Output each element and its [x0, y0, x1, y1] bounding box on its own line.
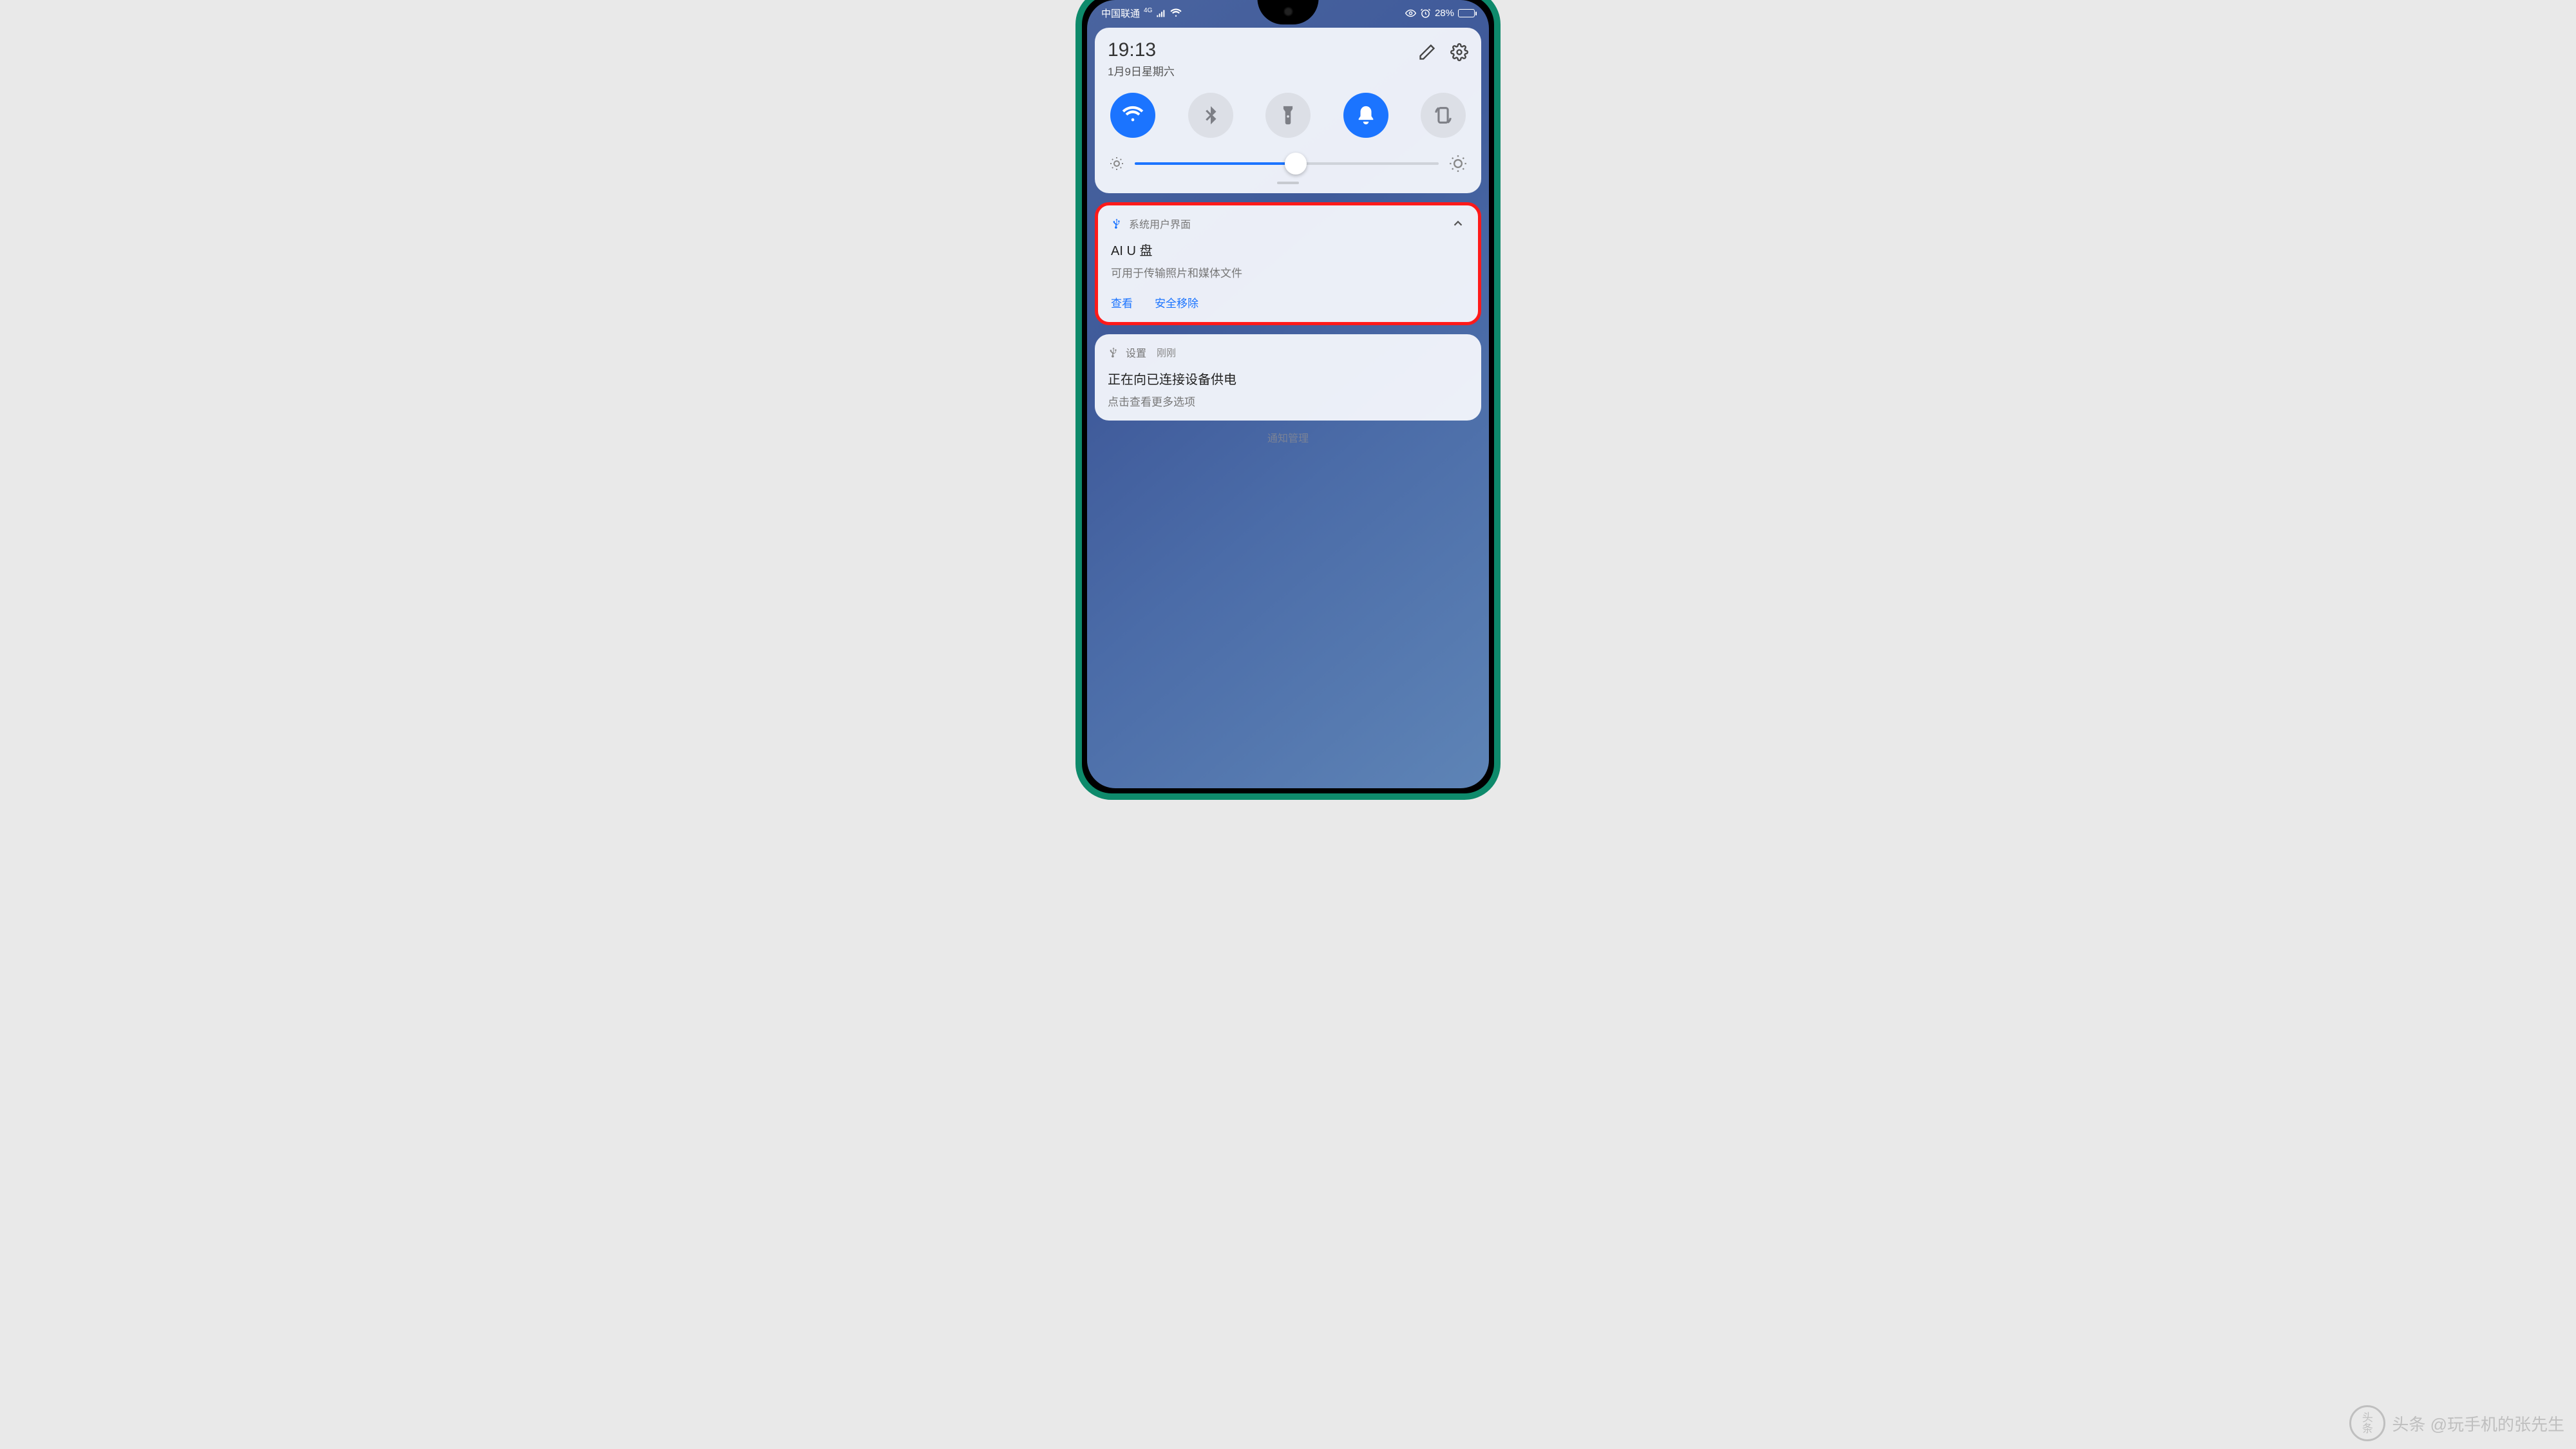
toggle-bluetooth[interactable]: [1188, 93, 1233, 138]
toggle-rotate[interactable]: [1421, 93, 1466, 138]
brightness-track[interactable]: [1135, 162, 1439, 165]
brightness-low-icon: [1109, 156, 1124, 171]
clock-time: 19:13: [1108, 39, 1175, 61]
alarm-icon: [1420, 8, 1431, 19]
watermark-badge: 头 条: [2349, 1405, 2385, 1441]
notification-app-name: 系统用户界面: [1129, 216, 1191, 231]
notification-desc: 可用于传输照片和媒体文件: [1111, 264, 1465, 280]
brightness-high-icon: [1449, 155, 1467, 173]
watermark-text: 头条 @玩手机的张先生: [2392, 1412, 2564, 1435]
battery-percent: 28%: [1435, 8, 1454, 19]
quick-settings-panel: 19:13 1月9日星期六: [1095, 28, 1481, 193]
notification-app-name: 设置: [1126, 345, 1146, 360]
notification-settings-link[interactable]: 通知管理: [1095, 430, 1481, 445]
notification-charging[interactable]: 设置 刚刚 正在向已连接设备供电 点击查看更多选项: [1095, 334, 1481, 421]
notification-title: AI U 盘: [1111, 240, 1465, 259]
notification-shade[interactable]: 19:13 1月9日星期六: [1087, 23, 1489, 445]
action-eject[interactable]: 安全移除: [1155, 294, 1198, 310]
collapse-icon[interactable]: [1451, 216, 1465, 231]
notification-title: 正在向已连接设备供电: [1108, 369, 1468, 388]
toggle-flashlight[interactable]: [1265, 93, 1311, 138]
signal-icon: [1156, 8, 1166, 19]
camera-dot: [1283, 6, 1293, 17]
carrier-label: 中国联通: [1101, 6, 1140, 20]
screen: 中国联通 4G 28% 19:13 1月9日星期六: [1087, 0, 1489, 788]
wifi-icon: [1170, 8, 1182, 19]
usb-icon: [1108, 346, 1119, 358]
eye-icon: [1405, 8, 1416, 19]
network-badge: 4G: [1144, 7, 1152, 14]
notification-time: 刚刚: [1157, 346, 1176, 359]
notification-desc: 点击查看更多选项: [1108, 393, 1468, 409]
clock-date: 1月9日星期六: [1108, 62, 1175, 79]
toggle-wifi[interactable]: [1110, 93, 1155, 138]
panel-drag-handle[interactable]: [1277, 182, 1299, 184]
watermark: 头 条 头条 @玩手机的张先生: [2349, 1405, 2564, 1441]
usb-icon: [1111, 218, 1122, 229]
action-view[interactable]: 查看: [1111, 294, 1133, 310]
edit-icon[interactable]: [1418, 43, 1436, 61]
phone-frame: 中国联通 4G 28% 19:13 1月9日星期六: [1075, 0, 1501, 800]
battery-icon: [1458, 9, 1475, 17]
notification-usb-drive[interactable]: 系统用户界面 AI U 盘 可用于传输照片和媒体文件 查看 安全移除: [1095, 202, 1481, 325]
brightness-thumb[interactable]: [1285, 153, 1307, 175]
toggle-sound[interactable]: [1343, 93, 1388, 138]
settings-icon[interactable]: [1450, 43, 1468, 61]
brightness-slider[interactable]: [1108, 155, 1468, 173]
